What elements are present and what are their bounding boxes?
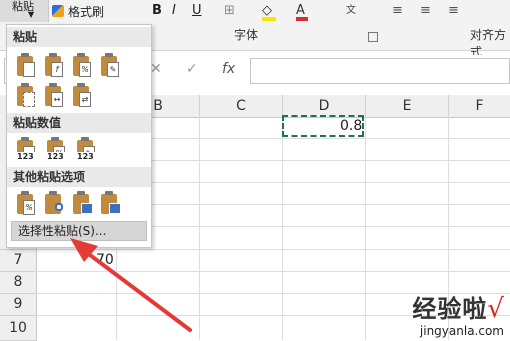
watermark-chinese: 经验啦 bbox=[412, 295, 488, 323]
watermark-check: √ bbox=[487, 294, 504, 324]
watermark: 经验啦√ jingyanla.com bbox=[412, 289, 504, 338]
watermark-url: jingyanla.com bbox=[419, 324, 504, 338]
